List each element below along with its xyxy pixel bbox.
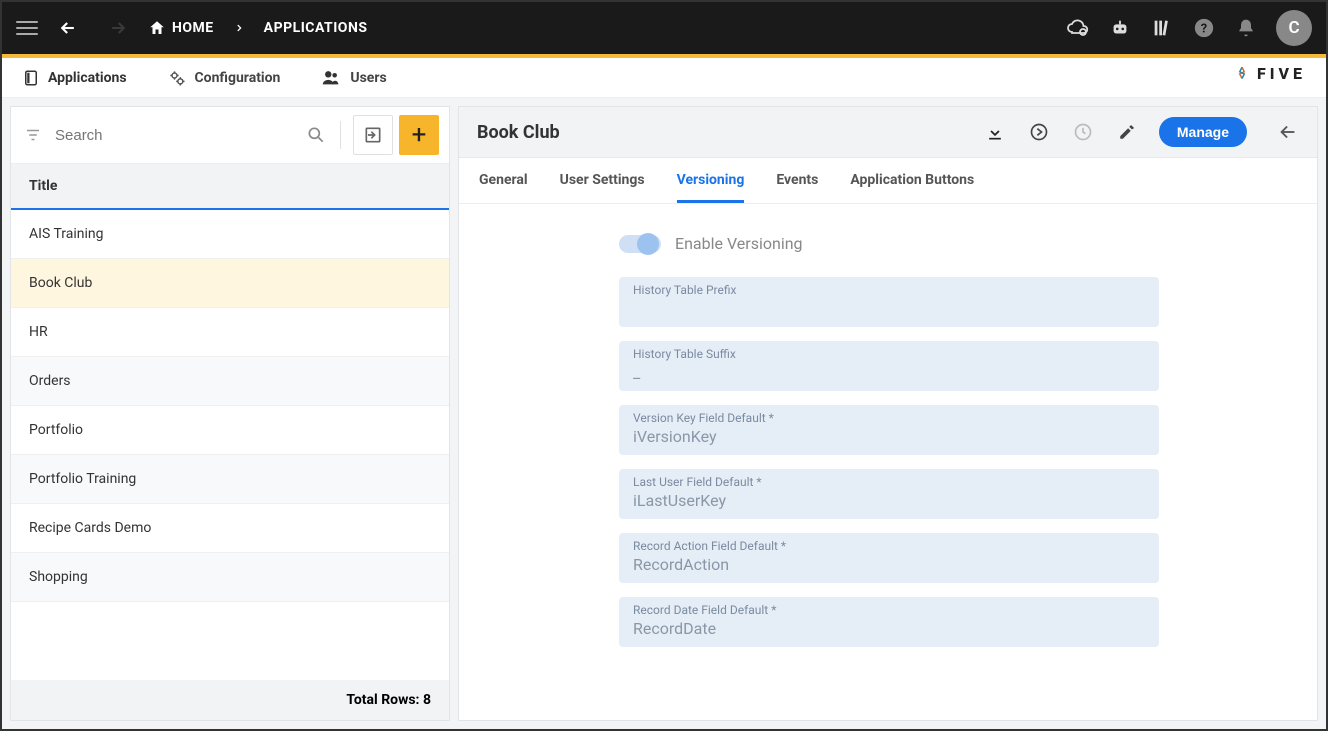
import-button[interactable]: [353, 115, 393, 155]
field-label: Record Date Field Default *: [633, 603, 1145, 617]
detail-tabs: General User Settings Versioning Events Appl…: [459, 158, 1317, 204]
list-header: Title: [11, 164, 449, 210]
field-value: iVersionKey: [633, 427, 1145, 447]
detail-title: Book Club: [477, 122, 983, 143]
chevron-right-icon: [224, 23, 254, 33]
search-input[interactable]: [51, 121, 298, 150]
field-label: Version Key Field Default *: [633, 411, 1145, 425]
field-value: _: [633, 363, 1145, 383]
field-last-user-field-default[interactable]: Last User Field Default * iLastUserKey: [619, 469, 1159, 519]
topbar-left: HOME APPLICATIONS: [16, 14, 367, 42]
field-value: RecordAction: [633, 555, 1145, 575]
field-label: History Table Prefix: [633, 283, 1145, 297]
main-area: + Title AIS TrainingBook ClubHROrdersPor…: [2, 98, 1326, 729]
subnav-users-label: Users: [350, 70, 386, 86]
list-item[interactable]: Portfolio Training: [11, 455, 449, 504]
subnav-configuration[interactable]: Configuration: [167, 68, 281, 88]
help-icon[interactable]: ?: [1192, 16, 1216, 40]
top-bar: HOME APPLICATIONS ? C: [2, 2, 1326, 54]
tab-events[interactable]: Events: [776, 158, 818, 203]
svg-text:?: ?: [1201, 22, 1207, 37]
users-icon: [320, 67, 342, 89]
divider: [340, 121, 341, 149]
list-footer: Total Rows: 8: [11, 680, 449, 720]
bell-icon[interactable]: [1234, 16, 1258, 40]
gears-icon: [167, 68, 187, 88]
subnav-applications[interactable]: Applications: [22, 69, 127, 87]
tablet-icon: [22, 69, 40, 87]
hamburger-icon[interactable]: [16, 17, 38, 39]
avatar[interactable]: C: [1276, 10, 1312, 46]
enable-versioning-row: Enable Versioning: [619, 234, 1317, 253]
edit-icon[interactable]: [1115, 120, 1139, 144]
cloud-icon[interactable]: [1066, 16, 1090, 40]
field-record-action-field-default[interactable]: Record Action Field Default * RecordActio…: [619, 533, 1159, 583]
list-item[interactable]: Shopping: [11, 553, 449, 602]
field-record-date-field-default[interactable]: Record Date Field Default * RecordDate: [619, 597, 1159, 647]
breadcrumb-home[interactable]: HOME: [148, 19, 214, 37]
detail-actions: Manage: [983, 117, 1299, 147]
list-pane: + Title AIS TrainingBook ClubHROrdersPor…: [10, 106, 450, 721]
nav-forward-button: [98, 14, 138, 42]
application-list: AIS TrainingBook ClubHROrdersPortfolioPo…: [11, 210, 449, 680]
versioning-form: Enable Versioning History Table Prefix Hi…: [459, 204, 1317, 720]
field-label: Last User Field Default *: [633, 475, 1145, 489]
enable-versioning-toggle[interactable]: [619, 235, 661, 253]
manage-button[interactable]: Manage: [1159, 117, 1247, 147]
download-icon[interactable]: [983, 120, 1007, 144]
list-item[interactable]: Book Club: [11, 259, 449, 308]
subnav-configuration-label: Configuration: [195, 70, 281, 86]
avatar-letter: C: [1288, 18, 1299, 38]
logo-icon: [1233, 65, 1251, 83]
home-label: HOME: [172, 20, 214, 36]
field-history-table-prefix[interactable]: History Table Prefix: [619, 277, 1159, 327]
home-icon: [148, 19, 166, 37]
tab-user-settings[interactable]: User Settings: [560, 158, 645, 203]
breadcrumb-applications[interactable]: APPLICATIONS: [264, 20, 368, 36]
search-row: +: [11, 107, 449, 164]
field-value: RecordDate: [633, 619, 1145, 639]
field-history-table-suffix[interactable]: History Table Suffix _: [619, 341, 1159, 391]
nav-back-button[interactable]: [48, 14, 88, 42]
robot-icon[interactable]: [1108, 16, 1132, 40]
list-item[interactable]: AIS Training: [11, 210, 449, 259]
field-version-key-field-default[interactable]: Version Key Field Default * iVersionKey: [619, 405, 1159, 455]
history-icon: [1071, 120, 1095, 144]
field-label: Record Action Field Default *: [633, 539, 1145, 553]
subnav-users[interactable]: Users: [320, 67, 386, 89]
logo-text: FIVE: [1257, 64, 1306, 83]
plus-icon: +: [412, 122, 427, 148]
tab-general[interactable]: General: [479, 158, 528, 203]
list-item[interactable]: Portfolio: [11, 406, 449, 455]
field-value: [633, 299, 1145, 319]
tab-application-buttons[interactable]: Application Buttons: [850, 158, 974, 203]
detail-pane: Book Club Manage General: [458, 106, 1318, 721]
topbar-right: ? C: [1066, 10, 1312, 46]
add-button[interactable]: +: [399, 115, 439, 155]
tab-versioning[interactable]: Versioning: [677, 158, 745, 203]
list-item[interactable]: HR: [11, 308, 449, 357]
back-icon[interactable]: [1267, 121, 1299, 143]
field-label: History Table Suffix: [633, 347, 1145, 361]
deploy-icon[interactable]: [1027, 120, 1051, 144]
brand-logo: FIVE: [1233, 64, 1306, 83]
detail-header: Book Club Manage: [459, 107, 1317, 158]
list-item[interactable]: Orders: [11, 357, 449, 406]
field-value: iLastUserKey: [633, 491, 1145, 511]
search-icon[interactable]: [304, 123, 328, 147]
enable-versioning-label: Enable Versioning: [675, 234, 803, 253]
list-item[interactable]: Recipe Cards Demo: [11, 504, 449, 553]
library-icon[interactable]: [1150, 16, 1174, 40]
sub-nav: Applications Configuration Users FIVE: [2, 58, 1326, 98]
filter-icon[interactable]: [21, 123, 45, 147]
subnav-applications-label: Applications: [48, 70, 127, 86]
